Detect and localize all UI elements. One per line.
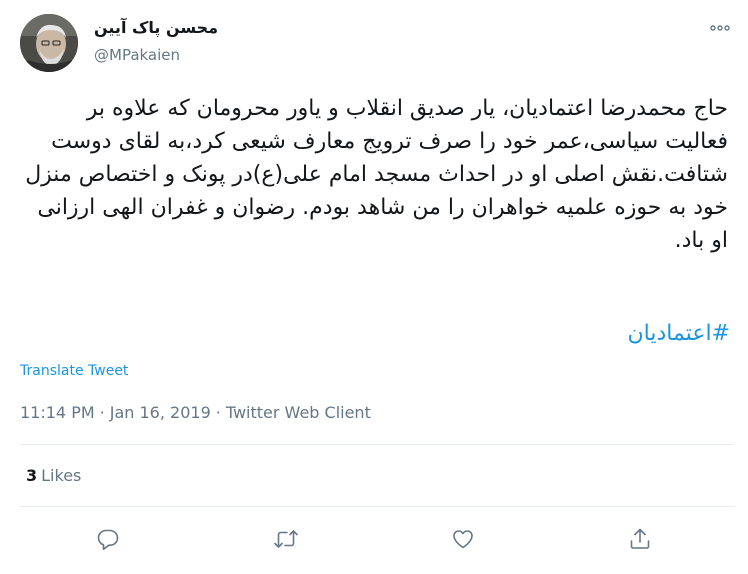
likes-count: 3 (26, 466, 38, 485)
tweet-text: حاج محمدرضا اعتمادیان، یار صدیق انقلاب و… (18, 96, 728, 253)
tweet-client[interactable]: Twitter Web Client (226, 403, 371, 422)
divider (20, 444, 734, 445)
tweet-card: محسن پاک آیین @MPakaien حاج محمدرضا اعتم… (0, 0, 748, 574)
divider (20, 506, 734, 507)
tweet-date[interactable]: Jan 16, 2019 (110, 403, 211, 422)
hashtag-link[interactable]: #اعتمادیان (627, 317, 730, 350)
likes-label: Likes (41, 466, 82, 485)
translate-tweet-link[interactable]: Translate Tweet (20, 363, 128, 379)
reply-icon[interactable] (93, 524, 123, 554)
tweet-metadata: 11:14 PM · Jan 16, 2019 · Twitter Web Cl… (20, 403, 371, 422)
heart-icon[interactable] (448, 524, 478, 554)
author-name[interactable]: محسن پاک آیین (94, 18, 218, 37)
meta-separator: · (99, 403, 105, 422)
share-icon[interactable] (625, 524, 655, 554)
author-handle[interactable]: @MPakaien (94, 46, 180, 64)
tweet-time[interactable]: 11:14 PM (20, 403, 95, 422)
tweet-actions (0, 524, 748, 554)
retweet-icon[interactable] (271, 524, 301, 554)
avatar[interactable] (20, 14, 78, 72)
likes-stat[interactable]: 3 Likes (26, 466, 81, 485)
meta-separator: · (215, 403, 221, 422)
more-horizontal-icon[interactable] (708, 20, 732, 36)
